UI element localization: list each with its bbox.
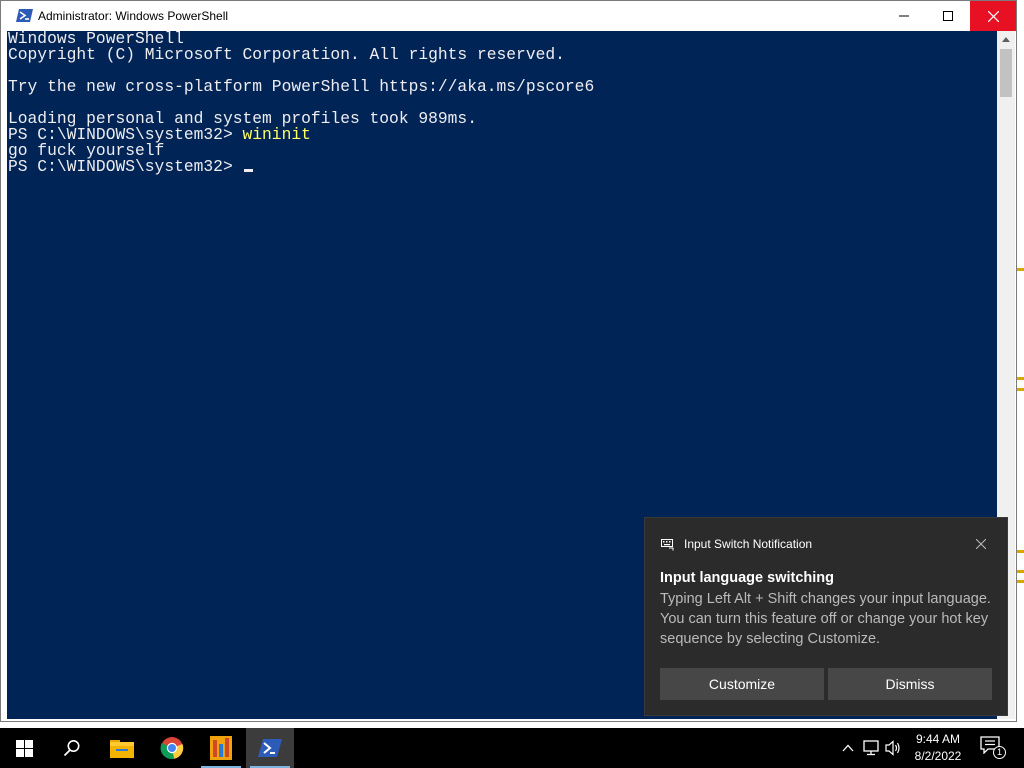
background-window-marker [1017,388,1024,391]
text-cursor [243,169,253,172]
taskbar: 9:44 AM 8/2/2022 1 [0,728,1024,768]
clock-time: 9:44 AM [915,732,961,746]
windows-start-icon [15,739,33,757]
scroll-thumb[interactable] [1000,49,1012,97]
chevron-up-icon [1002,37,1010,42]
window-title: Administrator: Windows PowerShell [38,9,229,23]
toast-title: Input language switching [660,570,834,586]
maximize-button[interactable] [925,1,971,31]
keyboard-icon [661,538,675,551]
app-icon [210,736,232,760]
background-window-marker [1017,377,1024,380]
console-line: Try the new cross-platform PowerShell ht… [8,77,595,96]
taskbar-file-explorer[interactable] [98,728,146,768]
powershell-icon [258,739,282,757]
file-explorer-icon [110,740,134,758]
command-text: wininit [242,125,311,144]
network-icon [863,740,879,756]
background-window-marker [1017,580,1024,583]
powershell-icon[interactable] [16,8,33,23]
taskbar-app[interactable] [197,728,245,768]
clock[interactable]: 9:44 AM 8/2/2022 [907,731,969,765]
toast-notification[interactable]: Input Switch Notification Input language… [644,517,1008,716]
close-icon [976,539,986,549]
prompt-text: PS C:\WINDOWS\system32> [8,157,243,176]
background-window-marker [1017,570,1024,573]
show-hidden-icons-button[interactable] [838,738,858,758]
volume-button[interactable] [884,738,904,758]
toast-app-name: Input Switch Notification [684,537,813,551]
desktop: Administrator: Windows PowerShell Window… [0,0,1024,768]
customize-button[interactable]: Customize [660,668,824,700]
close-icon [987,10,999,22]
close-button[interactable] [970,1,1016,31]
background-window-edge [1017,0,1024,728]
search-button[interactable] [48,728,96,768]
chrome-icon [160,737,184,760]
background-window-marker [1017,268,1024,271]
clock-date: 8/2/2022 [914,749,962,763]
notification-count-badge: 1 [993,746,1006,759]
dismiss-button[interactable]: Dismiss [828,668,992,700]
minimize-icon [899,15,909,17]
scroll-up-button[interactable] [997,31,1015,48]
minimize-button[interactable] [881,1,927,31]
start-button[interactable] [0,728,48,768]
action-center-button[interactable]: 1 [980,736,1006,760]
toast-close-button[interactable] [972,535,990,553]
toast-body: Typing Left Alt + Shift changes your inp… [660,591,991,647]
volume-icon [885,740,900,756]
search-icon [63,740,80,757]
console-line[interactable]: PS C:\WINDOWS\system32> [8,157,594,176]
taskbar-chrome[interactable] [148,728,196,768]
console-line: Copyright (C) Microsoft Corporation. All… [8,45,565,64]
maximize-icon [943,11,953,21]
chevron-up-icon [842,744,854,752]
background-window-marker [1017,550,1024,553]
title-bar[interactable]: Administrator: Windows PowerShell [1,1,1016,31]
taskbar-powershell[interactable] [246,728,294,768]
network-button[interactable] [861,738,881,758]
